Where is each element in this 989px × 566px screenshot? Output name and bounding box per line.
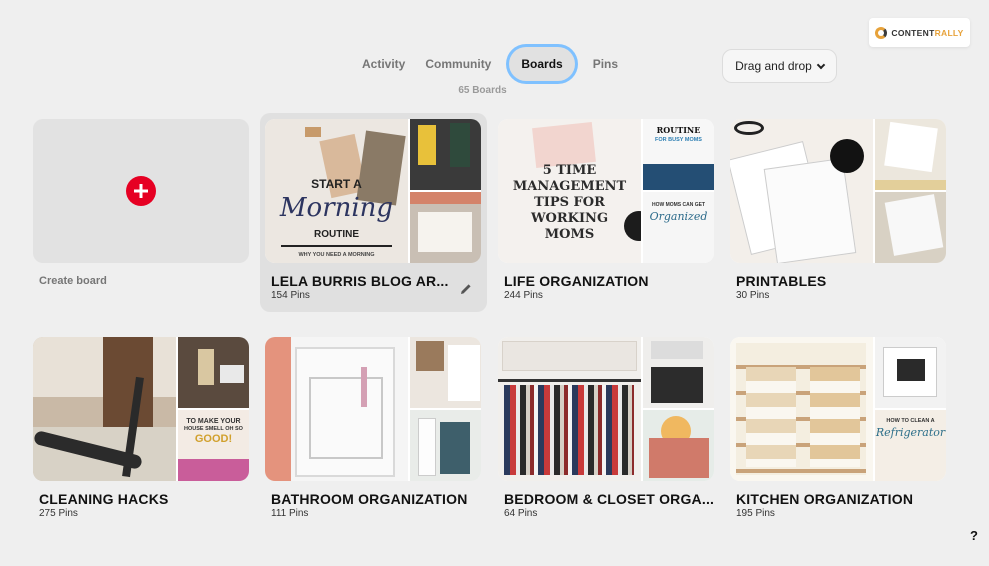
create-board-label: Create board <box>39 275 107 287</box>
cover-image-side: ROUTINE FOR BUSY MOMS <box>643 119 714 190</box>
sort-dropdown-label: Drag and drop <box>735 59 812 73</box>
contentrally-logo: CONTENT RALLY <box>869 18 970 47</box>
board-cover[interactable]: HOW TO CLEAN A Refrigerator <box>730 337 946 481</box>
board-card[interactable]: 5 TIME MANAGEMENT TIPS FOR WORKING MOMS … <box>498 119 714 301</box>
board-title[interactable]: BEDROOM & CLOSET ORGA... <box>498 491 714 507</box>
cover-image-main <box>730 337 873 481</box>
cover-text: MANAGEMENT <box>512 179 627 194</box>
cover-text: TO MAKE YOUR <box>186 418 241 425</box>
profile-tabs: Activity Community Boards Pins <box>352 47 628 81</box>
cover-text: ROUTINE <box>656 125 701 135</box>
board-card[interactable]: TO MAKE YOUR HOUSE SMELL OH SO GOOD! CLE… <box>33 337 249 519</box>
cover-text: HOW TO CLEAN A <box>886 418 935 424</box>
cover-image-main <box>498 337 641 481</box>
cover-image-side <box>875 337 946 408</box>
cover-image-side <box>410 119 481 190</box>
cover-side: HOW TO CLEAN A Refrigerator <box>875 337 946 481</box>
board-card[interactable]: HOW TO CLEAN A Refrigerator KITCHEN ORGA… <box>730 337 946 519</box>
cover-image-side <box>643 337 714 408</box>
cover-image-main <box>33 337 176 481</box>
cover-image-side <box>875 192 946 263</box>
board-pin-count: 195 Pins <box>736 508 775 519</box>
board-title[interactable]: PRINTABLES <box>730 273 946 289</box>
board-cover[interactable] <box>498 337 714 481</box>
board-count: 65 Boards <box>458 85 507 96</box>
cover-image-side <box>410 337 481 408</box>
cover-side: ROUTINE FOR BUSY MOMS HOW MOMS CAN GET O… <box>643 119 714 263</box>
cover-image-side: HOW MOMS CAN GET Organized <box>643 192 714 263</box>
cover-side <box>410 337 481 481</box>
cover-image-side: TO MAKE YOUR HOUSE SMELL OH SO GOOD! <box>178 410 249 481</box>
board-pin-count: 154 Pins <box>271 290 310 301</box>
board-title[interactable]: LIFE ORGANIZATION <box>498 273 714 289</box>
cover-image-side <box>178 337 249 408</box>
cover-side <box>410 119 481 263</box>
cover-text: GOOD! <box>194 433 233 445</box>
board-pin-count: 111 Pins <box>271 508 309 519</box>
cover-image-main: START A Morning ROUTINE WHY YOU NEED A M… <box>265 119 408 263</box>
board-pin-count: 30 Pins <box>736 290 770 301</box>
chevron-down-icon <box>816 60 826 69</box>
cover-text: Morning <box>279 193 394 223</box>
board-card[interactable]: PRINTABLES 30 Pins <box>730 119 946 301</box>
tab-activity[interactable]: Activity <box>352 47 415 81</box>
board-title[interactable]: KITCHEN ORGANIZATION <box>730 491 946 507</box>
cover-side: TO MAKE YOUR HOUSE SMELL OH SO GOOD! <box>178 337 249 481</box>
cover-image-side <box>875 119 946 190</box>
cover-text: MOMS <box>544 227 595 242</box>
cover-image-side <box>410 192 481 263</box>
board-card[interactable]: BATHROOM ORGANIZATION 111 Pins <box>265 337 481 519</box>
board-cover[interactable]: START A Morning ROUTINE WHY YOU NEED A M… <box>265 119 481 263</box>
cover-text: WHY YOU NEED A MORNING <box>298 252 375 258</box>
cover-text: START A <box>311 177 362 191</box>
logo-text-content: CONTENT <box>891 27 935 38</box>
cover-text: WORKING <box>530 211 609 226</box>
plus-icon[interactable] <box>126 176 156 206</box>
cover-image-main: 5 TIME MANAGEMENT TIPS FOR WORKING MOMS <box>498 119 641 263</box>
create-board-card[interactable]: Create board <box>33 119 249 287</box>
create-board-tile[interactable] <box>33 119 249 263</box>
board-pin-count: 64 Pins <box>504 508 538 519</box>
cover-side <box>875 119 946 263</box>
cover-image-main <box>730 119 873 263</box>
board-cover[interactable] <box>265 337 481 481</box>
cover-image-side: HOW TO CLEAN A Refrigerator <box>875 410 946 481</box>
cover-text: HOW MOMS CAN GET <box>651 202 706 208</box>
cover-text: Organized <box>649 210 708 223</box>
cover-image-side <box>643 410 714 481</box>
cover-text: Refrigerator <box>875 426 946 439</box>
board-cover[interactable] <box>730 119 946 263</box>
board-card[interactable]: START A Morning ROUTINE WHY YOU NEED A M… <box>260 113 487 312</box>
cover-image-side <box>410 410 481 481</box>
sort-dropdown[interactable]: Drag and drop <box>722 49 837 83</box>
pencil-icon[interactable] <box>459 282 473 296</box>
board-card[interactable]: BEDROOM & CLOSET ORGA... 64 Pins <box>498 337 714 519</box>
board-pin-count: 275 Pins <box>39 508 78 519</box>
cover-side <box>643 337 714 481</box>
contentrally-mark-icon <box>875 26 888 39</box>
logo-text-rally: RALLY <box>934 27 964 38</box>
board-title[interactable]: LELA BURRIS BLOG AR... <box>260 273 487 289</box>
tab-boards[interactable]: Boards <box>509 47 575 81</box>
cover-text: ROUTINE <box>314 229 359 240</box>
cover-text: HOUSE SMELL OH SO <box>184 426 243 432</box>
tab-community[interactable]: Community <box>415 47 501 81</box>
tab-pins[interactable]: Pins <box>583 47 628 81</box>
cover-text: FOR BUSY MOMS <box>655 137 702 143</box>
cover-text: 5 TIME <box>542 163 597 178</box>
help-button[interactable]: ? <box>970 528 978 543</box>
cover-text: TIPS FOR <box>534 195 605 210</box>
board-cover[interactable]: 5 TIME MANAGEMENT TIPS FOR WORKING MOMS … <box>498 119 714 263</box>
board-cover[interactable]: TO MAKE YOUR HOUSE SMELL OH SO GOOD! <box>33 337 249 481</box>
board-title[interactable]: CLEANING HACKS <box>33 491 249 507</box>
board-title[interactable]: BATHROOM ORGANIZATION <box>265 491 481 507</box>
cover-image-main <box>265 337 408 481</box>
board-pin-count: 244 Pins <box>504 290 543 301</box>
